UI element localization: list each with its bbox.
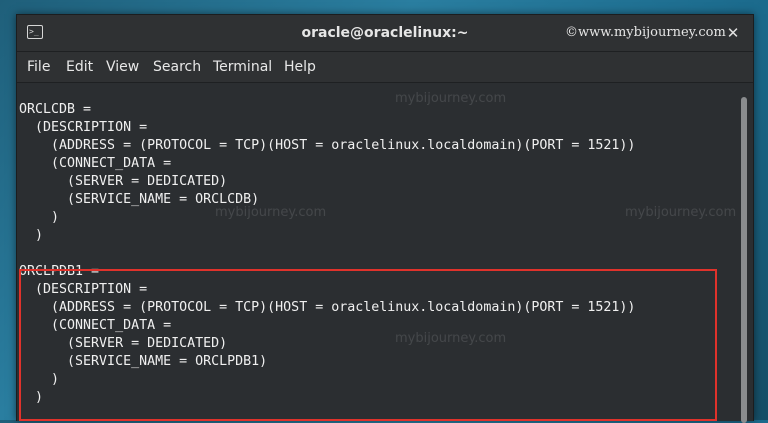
background-watermark: mybijourney.com <box>625 205 737 220</box>
terminal-line: ) <box>19 210 60 225</box>
terminal-line: (DESCRIPTION = <box>19 120 148 135</box>
close-icon[interactable]: ✕ <box>725 25 741 41</box>
menu-terminal[interactable]: Terminal <box>213 52 272 82</box>
menu-edit[interactable]: Edit <box>66 52 93 82</box>
terminal-line: (SERVICE_NAME = ORCLCDB) <box>19 192 260 207</box>
terminal-window: >_ oracle@oraclelinux:~ ©www.mybijourney… <box>16 14 754 423</box>
menu-bar: File Edit View Search Terminal Help <box>17 52 753 83</box>
watermark: ©www.mybijourney.com <box>565 25 726 40</box>
title-bar[interactable]: >_ oracle@oraclelinux:~ ©www.mybijourney… <box>17 15 753 52</box>
menu-file[interactable]: File <box>27 52 50 82</box>
terminal-content[interactable]: mybijourney.com mybijourney.com mybijour… <box>17 83 737 421</box>
terminal-line: (ADDRESS = (PROTOCOL = TCP)(HOST = oracl… <box>19 138 636 153</box>
menu-help[interactable]: Help <box>284 52 316 82</box>
scrollbar[interactable] <box>741 85 747 423</box>
terminal-line: (SERVER = DEDICATED) <box>19 174 228 189</box>
terminal-line: ) <box>19 228 44 243</box>
scrollbar-thumb[interactable] <box>741 97 747 423</box>
terminal-line: (CONNECT_DATA = <box>19 156 172 171</box>
background-watermark: mybijourney.com <box>395 91 507 106</box>
terminal-line: ORCLCDB = <box>19 102 92 117</box>
menu-view[interactable]: View <box>106 52 139 82</box>
menu-search[interactable]: Search <box>153 52 201 82</box>
highlight-box <box>19 269 717 421</box>
